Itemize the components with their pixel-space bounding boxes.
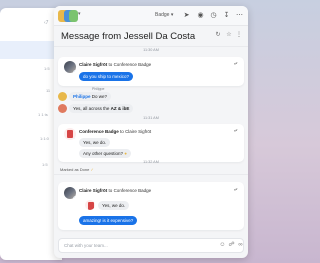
selected-conversation-row[interactable] (0, 41, 54, 59)
message-bubble: Yes, we do. (79, 138, 111, 147)
conversation-title: Message from Jessell Da Costa (61, 31, 196, 42)
reply-icon[interactable]: ⤶ (234, 187, 237, 194)
message-card[interactable]: Claire Sigfröt to Conference Badge ⤶ do … (58, 57, 244, 86)
background-window: ‹7 1:5 11 1 1 ts 1:1:0 1:5 (0, 8, 62, 260)
more-vertical-icon[interactable]: ⋮ (235, 31, 243, 39)
message-header: Claire Sigfröt to Conference Badge (79, 188, 152, 193)
timestamp: 11:30 AM (143, 48, 159, 52)
avatar (69, 10, 78, 22)
list-timestamp: 1 1 ts (38, 112, 48, 117)
composer-input[interactable]: Chat with your team... (64, 243, 108, 248)
badge-dropdown[interactable]: Badge ▾ (155, 12, 173, 18)
message-bubble: Philippe Do we? (69, 92, 112, 101)
recipient-name: Claire Sigfröt (125, 129, 152, 134)
timestamp: 11:31 AM (143, 116, 159, 120)
status-note: Marked as Done ✓ (60, 167, 94, 172)
avatar (58, 92, 67, 101)
message-header: Conference Badge to Claire Sigfröt (79, 129, 152, 134)
recipient-name: Conference Badge (113, 62, 152, 67)
emoji-icon[interactable]: ☺ (219, 242, 226, 249)
message-bubble: Any other question? ● (79, 149, 132, 158)
mention: Philippe (73, 94, 91, 99)
quoted-avatar (85, 200, 95, 210)
refresh-icon[interactable]: ↻ (214, 31, 222, 39)
message-card[interactable]: Claire Sigfröt to Conference Badge ⤶ Yes… (58, 182, 244, 230)
sender-name: Claire Sigfröt (79, 62, 108, 67)
avatar (64, 128, 76, 140)
team-avatars[interactable] (58, 10, 78, 22)
sender-name: Claire Sigfröt (79, 188, 108, 193)
list-timestamp: 1:5 (42, 162, 48, 167)
list-timestamp: 1:1:0 (40, 136, 49, 141)
download-icon[interactable]: ↧ (222, 11, 231, 20)
star-icon[interactable]: ☆ (225, 31, 233, 39)
chevron-down-icon[interactable]: ▾ (78, 11, 81, 17)
divider (54, 46, 248, 47)
divider (54, 174, 248, 175)
timestamp: 11:32 AM (143, 160, 159, 164)
top-toolbar: ▾ Badge ▾ ➤ ◉ ◷ ↧ ⋯ (54, 6, 248, 26)
sender-name: Conference Badge (79, 129, 119, 134)
paperclip-icon[interactable]: ∞ (237, 242, 244, 249)
reply-icon[interactable]: ⤶ (234, 61, 237, 68)
message-bubble: Yes, all across the AZ & ibE (69, 104, 134, 113)
chevron-left-icon[interactable]: ‹7 (44, 20, 48, 26)
clock-icon[interactable]: ◷ (209, 11, 218, 20)
conversation-window: ▾ Badge ▾ ➤ ◉ ◷ ↧ ⋯ Message from Jessell… (54, 6, 248, 258)
list-timestamp: 1:5 (44, 66, 50, 71)
more-icon[interactable]: ⋯ (235, 11, 244, 20)
message-bubble: do you ship to mexico? (79, 72, 134, 81)
quoted-message: Yes, we do. (98, 201, 130, 210)
attachment-icon[interactable]: ☍ (228, 242, 235, 249)
avatar (58, 104, 67, 113)
emoji-icon: ● (124, 151, 128, 156)
list-timestamp: 11 (46, 88, 51, 93)
message-header: Claire Sigfröt to Conference Badge (79, 62, 152, 67)
reply-icon[interactable]: ⤶ (234, 128, 237, 135)
message-card[interactable]: Conference Badge to Claire Sigfröt ⤶ Yes… (58, 124, 244, 162)
author-label: Philippe (92, 87, 105, 91)
avatar (64, 187, 76, 199)
recipient-name: Conference Badge (113, 188, 152, 193)
mention-icon[interactable]: ◉ (196, 11, 205, 20)
message-bubble: amazing! is it expensive? (79, 216, 138, 225)
avatar (64, 61, 76, 73)
checkmark-icon: ✓ (90, 167, 94, 172)
message-composer[interactable]: Chat with your team... ☺ ☍ ∞ (58, 238, 244, 253)
send-icon[interactable]: ➤ (182, 11, 191, 20)
